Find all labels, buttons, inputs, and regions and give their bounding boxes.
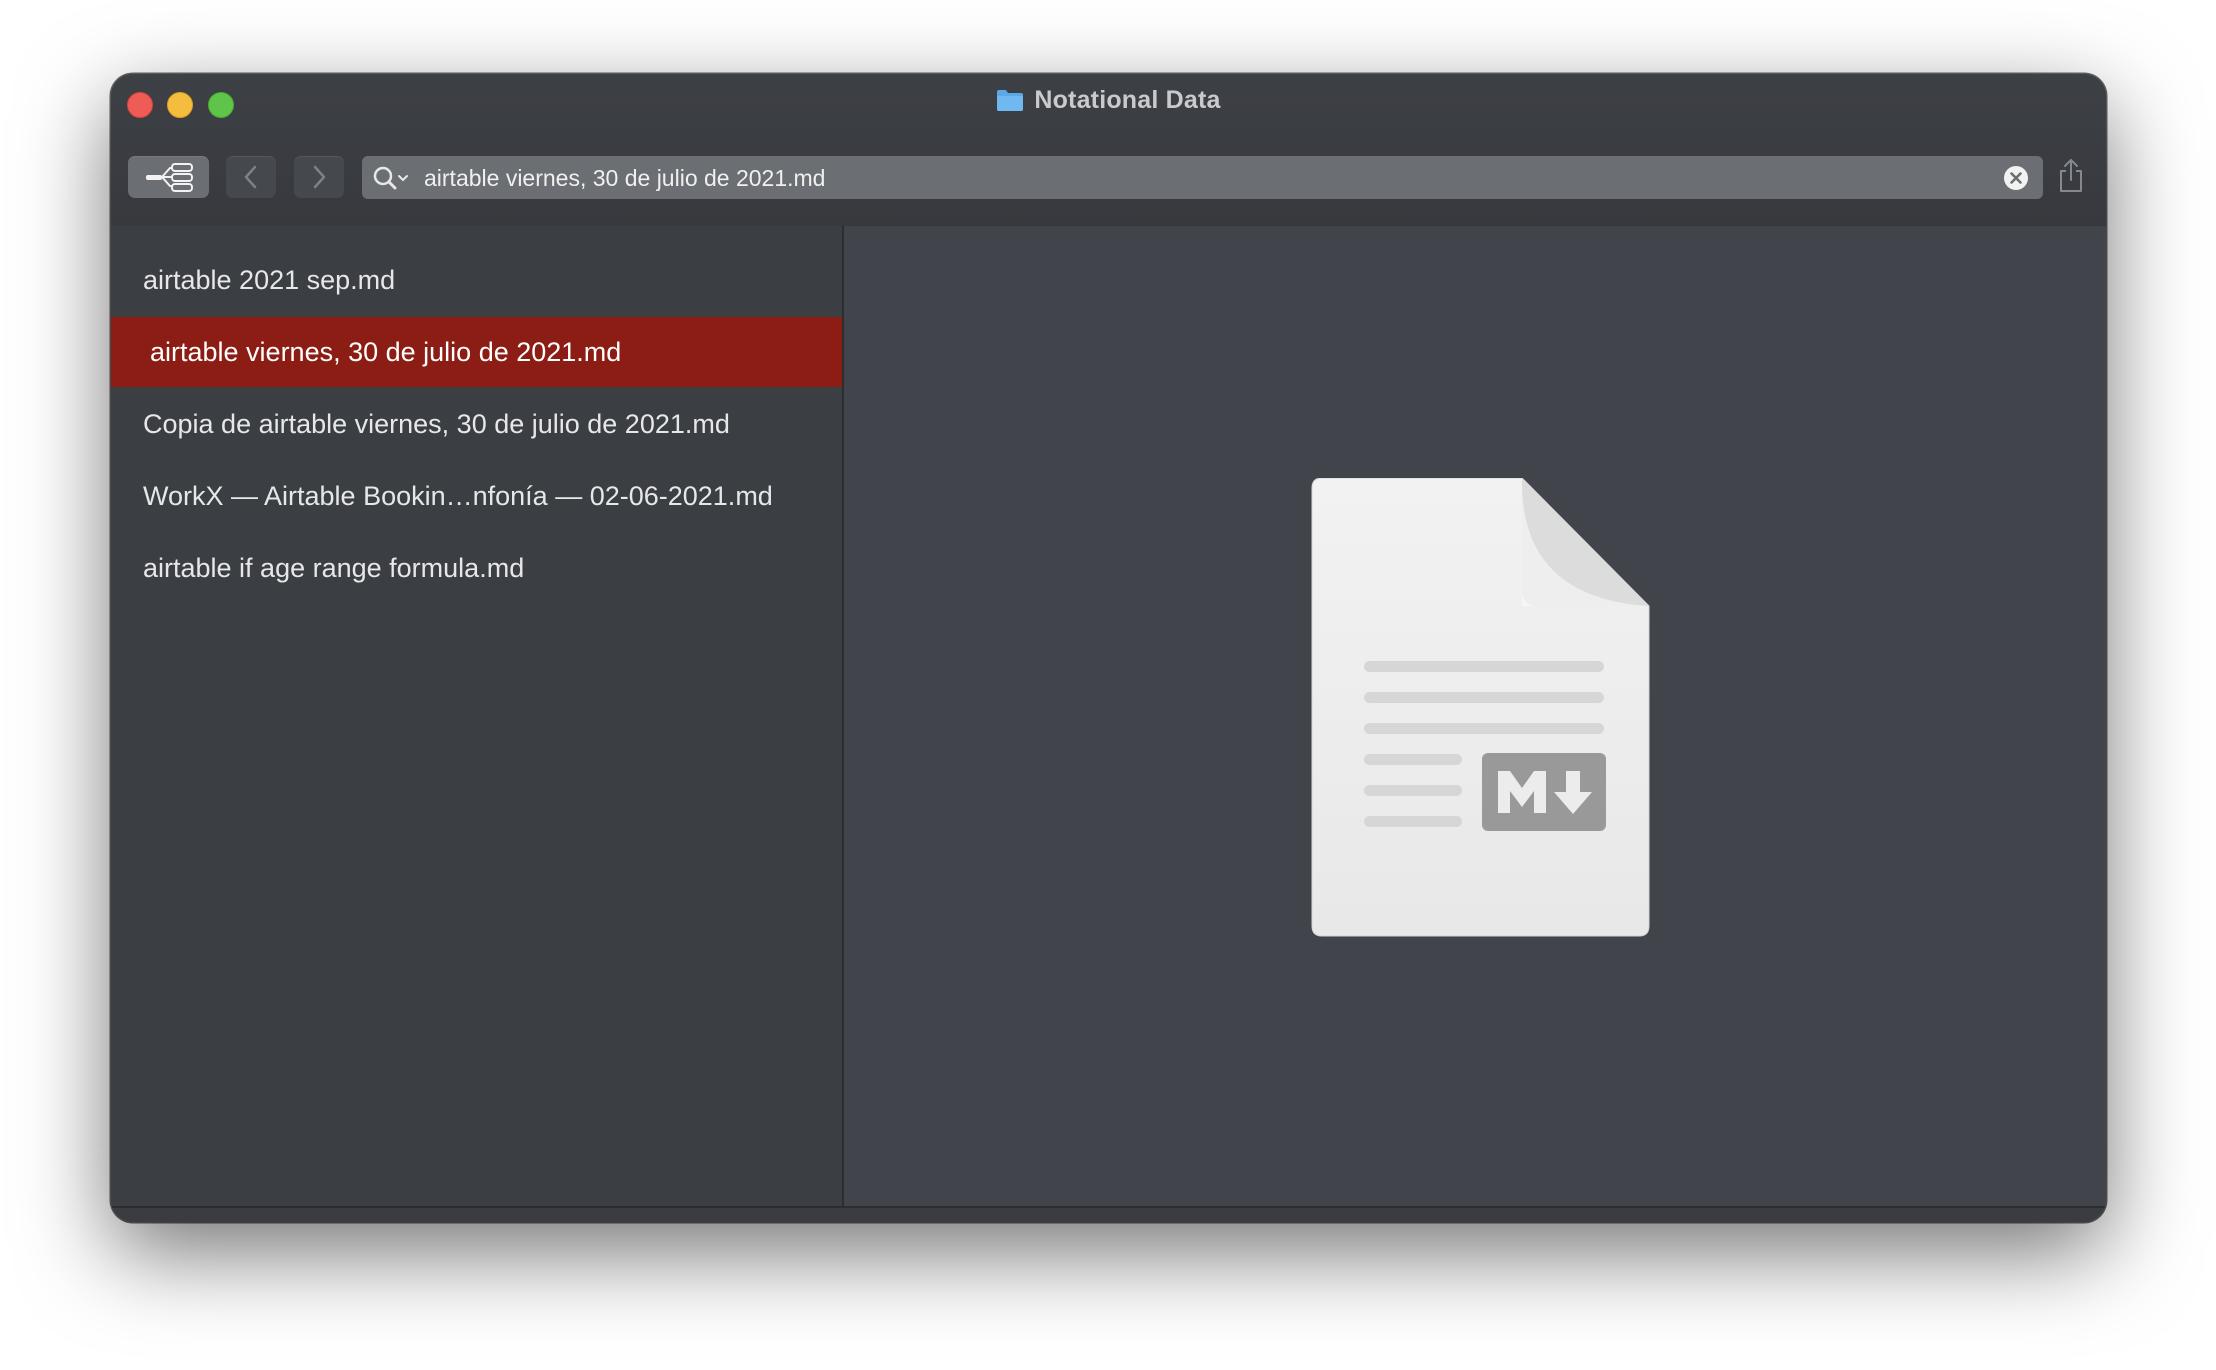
- markdown-badge-icon: [1482, 753, 1606, 831]
- window-title-area: Notational Data: [111, 86, 2106, 115]
- window-title: Notational Data: [1034, 86, 1221, 114]
- clear-icon[interactable]: [2003, 165, 2029, 191]
- list-tree-icon: [146, 163, 193, 192]
- bottom-bar: [111, 1206, 2106, 1222]
- search-field[interactable]: airtable viernes, 30 de julio de 2021.md: [362, 156, 2043, 199]
- note-title: airtable if age range formula.md: [143, 553, 525, 583]
- note-item[interactable]: WorkX — Airtable Bookin…nfonía — 02-06-2…: [111, 461, 842, 531]
- titlebar: Notational Data airtable viernes, 30 de …: [111, 74, 2106, 228]
- folder-icon: [997, 90, 1024, 111]
- chevron-right-icon: [313, 165, 326, 189]
- note-preview: [844, 226, 2106, 1206]
- tree-view-button[interactable]: [128, 156, 209, 198]
- forward-button[interactable]: [294, 156, 344, 198]
- search-icon[interactable]: [370, 164, 414, 192]
- back-button[interactable]: [226, 156, 276, 198]
- chevron-left-icon: [244, 165, 257, 189]
- note-item[interactable]: airtable if age range formula.md: [111, 533, 842, 603]
- note-title: Copia de airtable viernes, 30 de julio d…: [143, 409, 730, 439]
- note-title: airtable viernes, 30 de julio de 2021.md: [150, 337, 622, 367]
- note-item[interactable]: airtable 2021 sep.md: [111, 245, 842, 315]
- note-title: WorkX — Airtable Bookin…nfonía — 02-06-2…: [143, 481, 773, 511]
- note-item-selected[interactable]: airtable viernes, 30 de julio de 2021.md: [111, 317, 842, 387]
- search-input[interactable]: airtable viernes, 30 de julio de 2021.md: [424, 165, 825, 192]
- note-title: airtable 2021 sep.md: [143, 265, 396, 295]
- note-item[interactable]: Copia de airtable viernes, 30 de julio d…: [111, 389, 842, 459]
- app-window: Notational Data airtable viernes, 30 de …: [111, 74, 2106, 1222]
- markdown-document-icon: [1311, 478, 1650, 937]
- notes-list: airtable 2021 sep.md airtable viernes, 3…: [111, 226, 844, 1206]
- share-icon[interactable]: [2057, 158, 2085, 196]
